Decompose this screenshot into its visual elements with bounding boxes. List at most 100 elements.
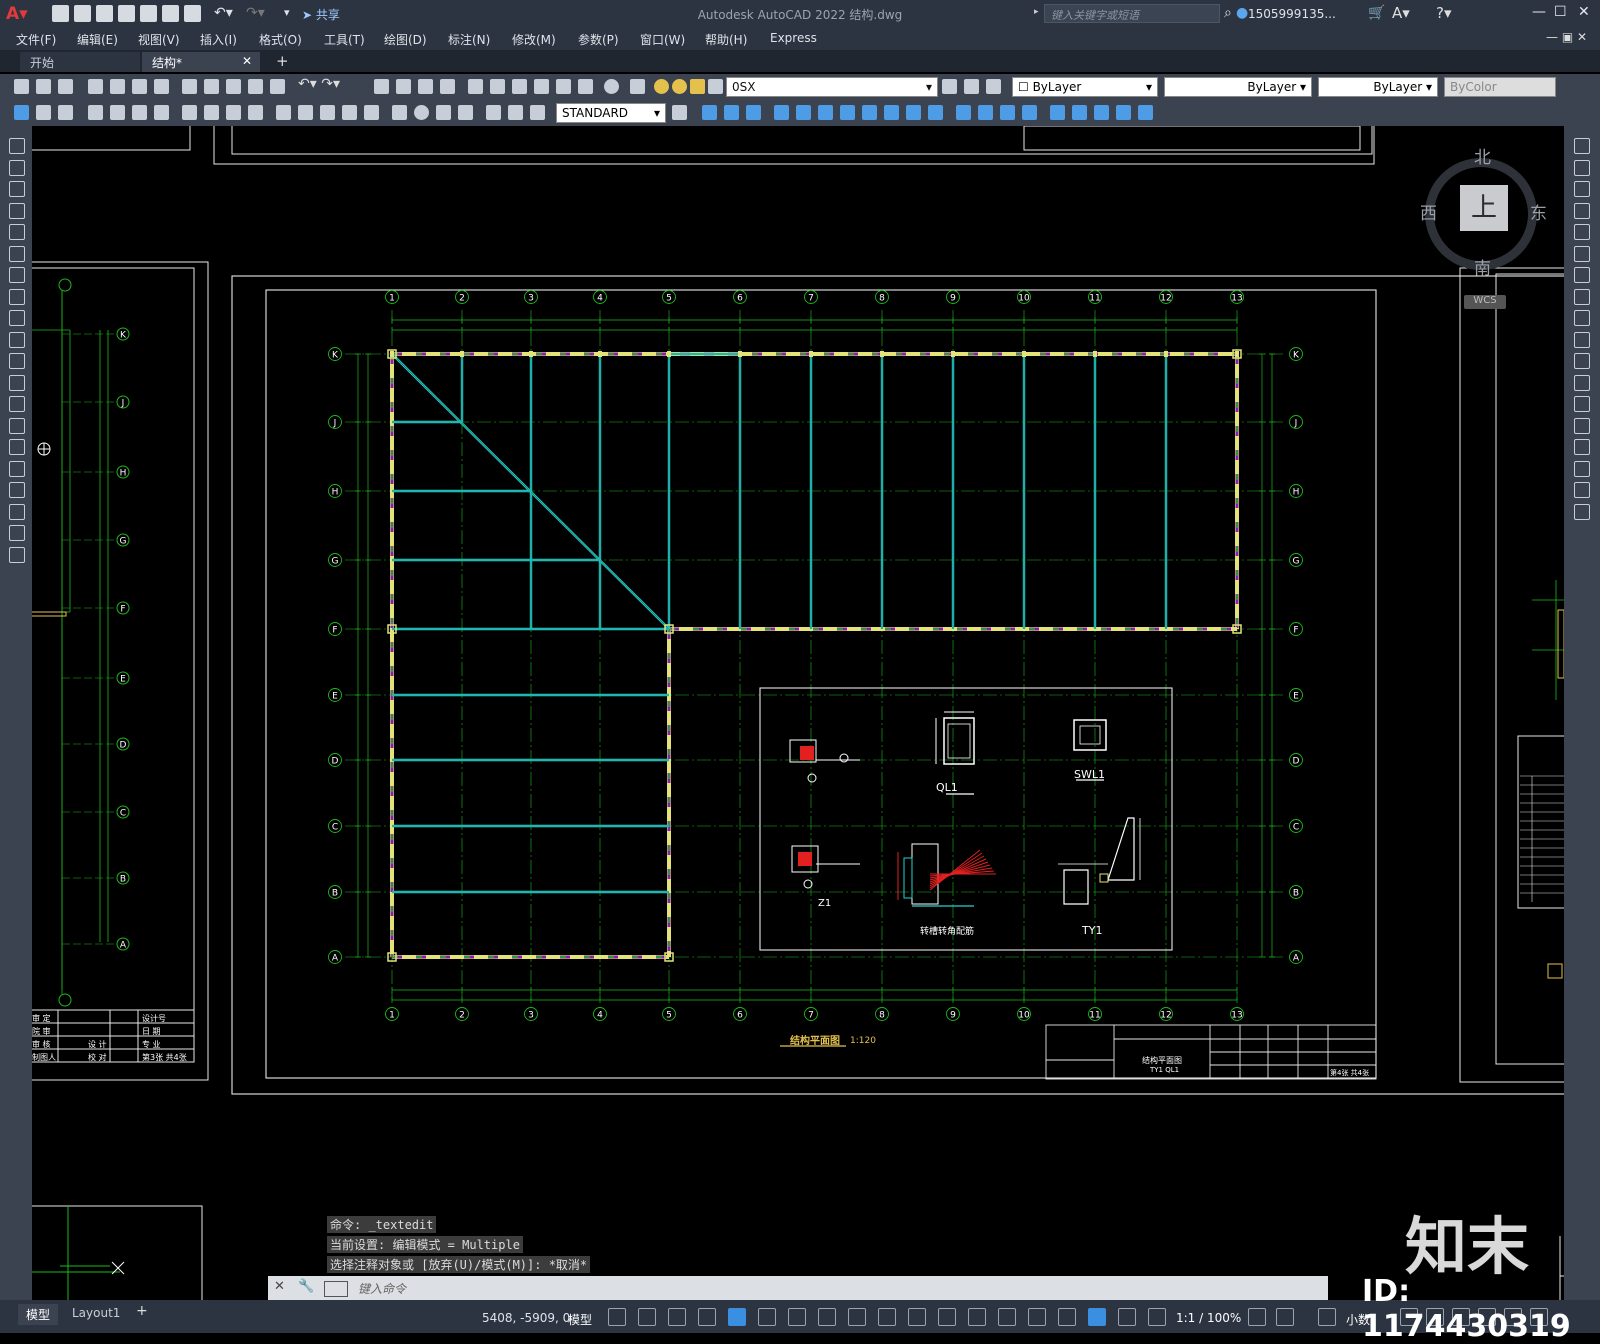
selection-cycling-toggle[interactable] — [938, 1308, 956, 1326]
close-button[interactable]: ✕ — [1578, 4, 1590, 20]
copy-icon[interactable] — [204, 79, 219, 94]
menu-insert[interactable]: 插入(I) — [200, 31, 237, 48]
hatch-back-icon[interactable] — [1138, 105, 1153, 120]
snap-toggle[interactable] — [638, 1308, 656, 1326]
menu-window[interactable]: 窗口(W) — [640, 31, 685, 48]
modify-array-icon[interactable] — [774, 105, 789, 120]
command-input[interactable]: 键入命令 — [358, 1280, 406, 1297]
menu-parametric[interactable]: 参数(P) — [578, 31, 619, 48]
explode-icon[interactable] — [1574, 503, 1590, 520]
layer-state-icon[interactable] — [986, 79, 1001, 94]
menu-format[interactable]: 格式(O) — [259, 31, 302, 48]
viewcube-north[interactable]: 北 — [1474, 143, 1491, 168]
menu-view[interactable]: 视图(V) — [138, 31, 180, 48]
tolerance-icon[interactable] — [392, 105, 407, 120]
aligned-dimension-icon[interactable] — [110, 105, 125, 120]
jogged-dimension-icon[interactable] — [204, 105, 219, 120]
rectangle-icon[interactable] — [9, 224, 25, 240]
maximize-button[interactable]: ☐ — [1554, 4, 1567, 20]
cart-icon[interactable]: 🛒 — [1368, 5, 1385, 21]
draw-order-icon[interactable] — [1050, 105, 1065, 120]
tab-layout1[interactable]: Layout1 — [64, 1304, 128, 1322]
layer-color-icon[interactable] — [708, 79, 723, 94]
modify-fillet-icon[interactable] — [1000, 105, 1015, 120]
insert-block-icon[interactable] — [9, 374, 25, 391]
auto-scale-toggle[interactable] — [1118, 1308, 1136, 1326]
menu-tools[interactable]: 工具(T) — [324, 31, 365, 48]
region-icon[interactable] — [9, 482, 25, 498]
grid-toggle[interactable] — [608, 1308, 626, 1326]
annotation-monitor-icon[interactable] — [1276, 1308, 1294, 1326]
modify-explode-icon[interactable] — [1022, 105, 1037, 120]
offset-icon[interactable] — [1574, 202, 1590, 219]
add-layout-button[interactable]: + — [136, 1303, 148, 1319]
dimension-edit-icon[interactable] — [486, 105, 501, 120]
ordinate-dimension-icon[interactable] — [154, 105, 169, 120]
line-icon[interactable] — [9, 138, 25, 154]
layer-on-icon[interactable] — [654, 79, 669, 94]
help-icon[interactable]: ?▾ — [1436, 4, 1452, 22]
modify-offset-icon[interactable] — [746, 105, 761, 120]
selection-filter-toggle[interactable] — [1028, 1308, 1046, 1326]
minimize-button[interactable]: — — [1532, 4, 1546, 20]
construction-line-icon[interactable] — [9, 159, 25, 176]
zoom-window-icon[interactable] — [418, 79, 433, 94]
3d-osnap-toggle[interactable] — [968, 1308, 986, 1326]
preview-icon[interactable] — [110, 79, 125, 94]
viewcube-south[interactable]: 南 — [1474, 254, 1491, 279]
stretch-icon[interactable] — [1574, 310, 1590, 326]
blend-icon[interactable] — [1574, 482, 1590, 498]
rotate-icon[interactable] — [1574, 267, 1590, 283]
open-icon[interactable] — [36, 79, 51, 94]
scale-icon[interactable] — [1574, 288, 1590, 305]
annotation-scale[interactable]: 1:1 / 100% — [1176, 1311, 1241, 1325]
copy-icon[interactable] — [1574, 159, 1590, 176]
undo-icon[interactable]: ↶▾ ↷▾ — [298, 76, 340, 92]
send-back-icon[interactable] — [1094, 105, 1109, 120]
modify-chamfer-icon[interactable] — [978, 105, 993, 120]
model-space-button[interactable]: 模型 — [568, 1311, 592, 1328]
break-at-point-icon[interactable] — [1574, 374, 1590, 391]
join-icon[interactable] — [1574, 417, 1590, 434]
object-snap-toggle[interactable] — [848, 1308, 866, 1326]
modify-mirror-icon[interactable] — [724, 105, 739, 120]
erase-icon[interactable] — [1574, 138, 1590, 154]
viewcube-east[interactable]: 东 — [1530, 199, 1547, 224]
trim-icon[interactable] — [1574, 331, 1590, 348]
layer-unlock-icon[interactable] — [690, 79, 705, 94]
command-close-icon[interactable]: ✕ — [274, 1279, 285, 1294]
refedit-icon[interactable] — [36, 105, 51, 120]
center-mark-icon[interactable] — [414, 105, 429, 120]
calculator-icon[interactable] — [578, 79, 593, 94]
tab-start[interactable]: 开始 — [20, 52, 140, 72]
layer-walk-icon[interactable] — [58, 105, 73, 120]
spline-icon[interactable] — [9, 310, 25, 326]
extend-icon[interactable] — [1574, 353, 1590, 369]
lineweight-dropdown[interactable]: ByLayer ▾ — [1318, 77, 1438, 97]
polygon-icon[interactable] — [9, 202, 25, 219]
menu-help[interactable]: 帮助(H) — [705, 31, 747, 48]
close-tab-icon[interactable]: ✕ — [242, 54, 252, 68]
user-icon[interactable]: ● — [1236, 5, 1248, 21]
layer-thaw-icon[interactable] — [672, 79, 687, 94]
dynamic-input-toggle[interactable] — [728, 1308, 746, 1326]
fillet-icon[interactable] — [1574, 460, 1590, 477]
transparency-toggle[interactable] — [908, 1308, 926, 1326]
help-icon[interactable] — [604, 79, 619, 94]
viewcube-west[interactable]: 西 — [1420, 199, 1437, 224]
dimension-text-edit-icon[interactable] — [508, 105, 523, 120]
markup-icon[interactable] — [556, 79, 571, 94]
lineweight-toggle[interactable] — [878, 1308, 896, 1326]
mtext-icon[interactable] — [9, 525, 25, 541]
linear-dimension-icon[interactable] — [88, 105, 103, 120]
dimension-break-icon[interactable] — [364, 105, 379, 120]
text-front-icon[interactable] — [1116, 105, 1131, 120]
menu-dimension[interactable]: 标注(N) — [448, 31, 490, 48]
qnew-icon[interactable] — [14, 79, 29, 94]
search-arrow-icon[interactable]: ▸ — [1034, 7, 1039, 17]
command-line[interactable] — [268, 1276, 1328, 1300]
modify-stretch-icon[interactable] — [862, 105, 877, 120]
infer-toggle[interactable] — [668, 1308, 686, 1326]
3d-print-icon[interactable] — [154, 79, 169, 94]
new-tab-button[interactable]: + — [276, 52, 289, 70]
